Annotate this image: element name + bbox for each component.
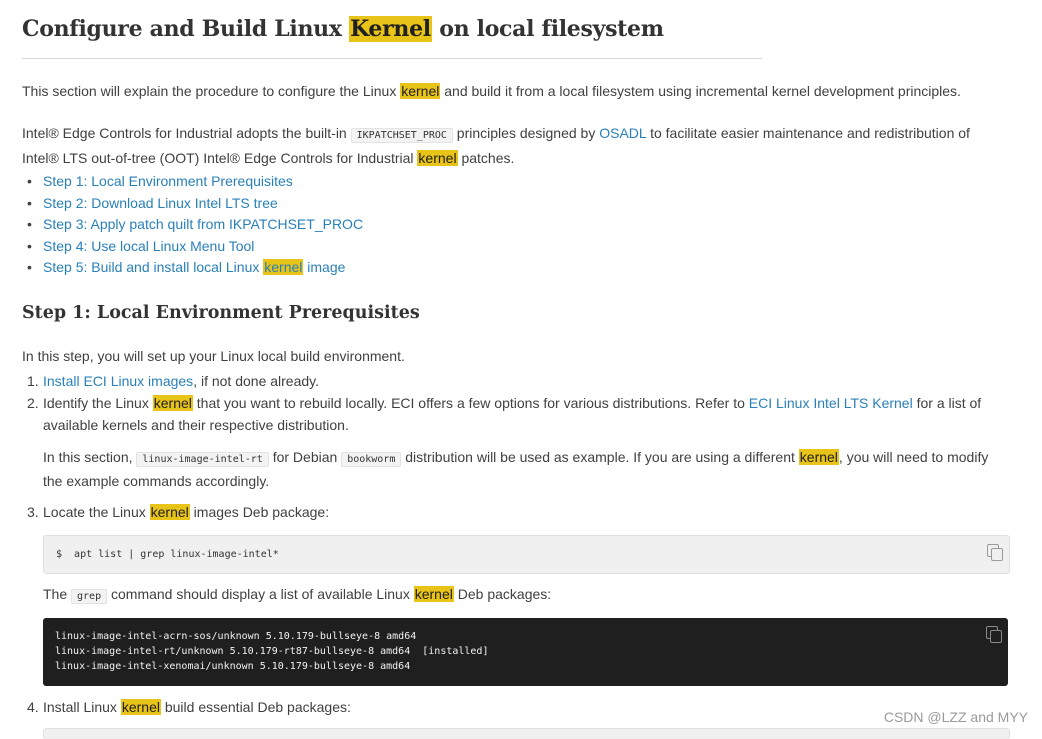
title-text-end: on local filesystem [431, 16, 664, 42]
item4-text: Install Linux [43, 699, 121, 715]
highlight-kernel: kernel [152, 395, 193, 411]
desc-text-3: Deb packages: [453, 586, 552, 602]
section-heading-step1: Step 1: Local Environment Prerequisites [22, 303, 420, 323]
highlight-kernel: kernel [413, 586, 454, 602]
toc-item: Step 1: Local Environment Prerequisites [22, 171, 363, 193]
output-line: linux-image-intel-rt/unknown 5.10.179-rt… [55, 646, 489, 657]
code-grep: grep [71, 589, 108, 604]
output-code-block[interactable]: linux-image-intel-acrn-sos/unknown 5.10.… [43, 618, 1008, 686]
toc-step5-text-end: image [303, 259, 346, 275]
intro2-text: Intel® Edge Controls for Industrial adop… [22, 125, 351, 141]
toc-link-step2[interactable]: Step 2: Download Linux Intel LTS tree [43, 195, 278, 211]
toc-list: Step 1: Local Environment Prerequisites … [22, 171, 363, 279]
intro2-text-2: principles designed by [452, 125, 600, 141]
toc-link-step5[interactable]: Step 5: Build and install local Linux ke… [43, 259, 345, 275]
list-item-identify: Identify the Linux kernel that you want … [43, 393, 1003, 436]
title-highlight: Kernel [349, 16, 432, 42]
grep-description: The grep command should display a list o… [43, 584, 1003, 608]
item1-text: , if not done already. [193, 373, 320, 389]
item2-text-3: for a list of [912, 395, 982, 411]
item4-text-end: build essential Deb packages: [160, 699, 351, 715]
list-number: 2. [27, 395, 39, 411]
intro2-text-3: to facilitate easier maintenance and red… [646, 125, 970, 141]
item3-text-end: images Deb package: [189, 504, 330, 520]
link-osadl[interactable]: OSADL [599, 125, 646, 141]
desc-text-2: command should display a list of availab… [107, 586, 414, 602]
highlight-kernel: kernel [120, 699, 161, 715]
output-line: linux-image-intel-acrn-sos/unknown 5.10.… [55, 631, 417, 642]
toc-step5-text: Step 5: Build and install local Linux [43, 259, 264, 275]
note-text-4: , you will need to modify [838, 449, 989, 465]
list-item-install-build: Install Linux kernel build essential Deb… [43, 697, 1003, 719]
toc-item: Step 3: Apply patch quilt from IKPATCHSE… [22, 214, 363, 236]
note-text-3: distribution will be used as example. If… [401, 449, 799, 465]
link-install-eci[interactable]: Install ECI Linux images [43, 373, 193, 389]
item2-line2: available kernels and their respective d… [43, 416, 349, 433]
toc-item: Step 4: Use local Linux Menu Tool [22, 236, 363, 258]
highlight-kernel: kernel [798, 449, 839, 465]
toc-item: Step 5: Build and install local Linux ke… [22, 257, 363, 279]
item3-text: Locate the Linux [43, 504, 150, 520]
copy-icon[interactable] [986, 626, 1002, 643]
highlight-kernel: kernel [400, 83, 441, 99]
note-text: In this section, [43, 449, 137, 465]
list-number: 1. [27, 373, 39, 389]
list-item-install: Install ECI Linux images, if not done al… [43, 371, 1003, 393]
output-text: linux-image-intel-acrn-sos/unknown 5.10.… [43, 618, 1008, 685]
intro-text-end: and build it from a local filesystem usi… [440, 83, 961, 99]
page-title: Configure and Build Linux Kernel on loca… [22, 16, 664, 42]
ikpatchset-paragraph: Intel® Edge Controls for Industrial adop… [22, 122, 1007, 170]
highlight-kernel: kernel [149, 504, 190, 520]
code-ikpatchset: IKPATCHSET_PROC [350, 128, 453, 143]
title-divider [22, 58, 762, 59]
toc-link-step1[interactable]: Step 1: Local Environment Prerequisites [43, 173, 293, 189]
output-line: linux-image-intel-xenomai/unknown 5.10.1… [55, 661, 411, 672]
item2-text-2: that you want to rebuild locally. ECI of… [192, 395, 749, 411]
list-item-locate: Locate the Linux kernel images Deb packa… [43, 502, 1003, 524]
watermark-text: CSDN @LZZ and MYY [883, 709, 1028, 725]
intro-text: This section will explain the procedure … [22, 83, 401, 99]
toc-link-step3[interactable]: Step 3: Apply patch quilt from IKPATCHSE… [43, 216, 363, 232]
list-number: 3. [27, 504, 39, 520]
toc-link-step4[interactable]: Step 4: Use local Linux Menu Tool [43, 238, 254, 254]
link-eci-kernel[interactable]: ECI Linux Intel LTS Kernel [749, 395, 913, 411]
code-bookworm: bookworm [341, 452, 402, 467]
command-code-block[interactable]: $ apt list | grep linux-image-intel* [43, 535, 1010, 574]
copy-icon[interactable] [987, 544, 1003, 561]
item2-text: Identify the Linux [43, 395, 153, 411]
toc-item: Step 2: Download Linux Intel LTS tree [22, 193, 363, 215]
desc-text: The [43, 586, 72, 602]
highlight-kernel: kernel [417, 150, 458, 166]
command-text: $ apt list | grep linux-image-intel* [56, 549, 279, 560]
title-text: Configure and Build Linux [22, 16, 350, 42]
intro-paragraph: This section will explain the procedure … [22, 80, 961, 103]
note-text-2: for Debian [268, 449, 342, 465]
note-paragraph: In this section, linux-image-intel-rt fo… [43, 447, 1003, 492]
intro2-line2-end: patches. [457, 150, 515, 166]
step1-intro: In this step, you will set up your Linux… [22, 348, 405, 364]
intro2-line2: Intel® LTS out-of-tree (OOT) Intel® Edge… [22, 150, 418, 166]
list-number: 4. [27, 699, 39, 715]
code-linux-image: linux-image-intel-rt [136, 452, 269, 467]
note-line2: the example commands accordingly. [43, 472, 270, 489]
highlight-kernel: kernel [263, 259, 304, 275]
next-code-block [43, 728, 1010, 739]
